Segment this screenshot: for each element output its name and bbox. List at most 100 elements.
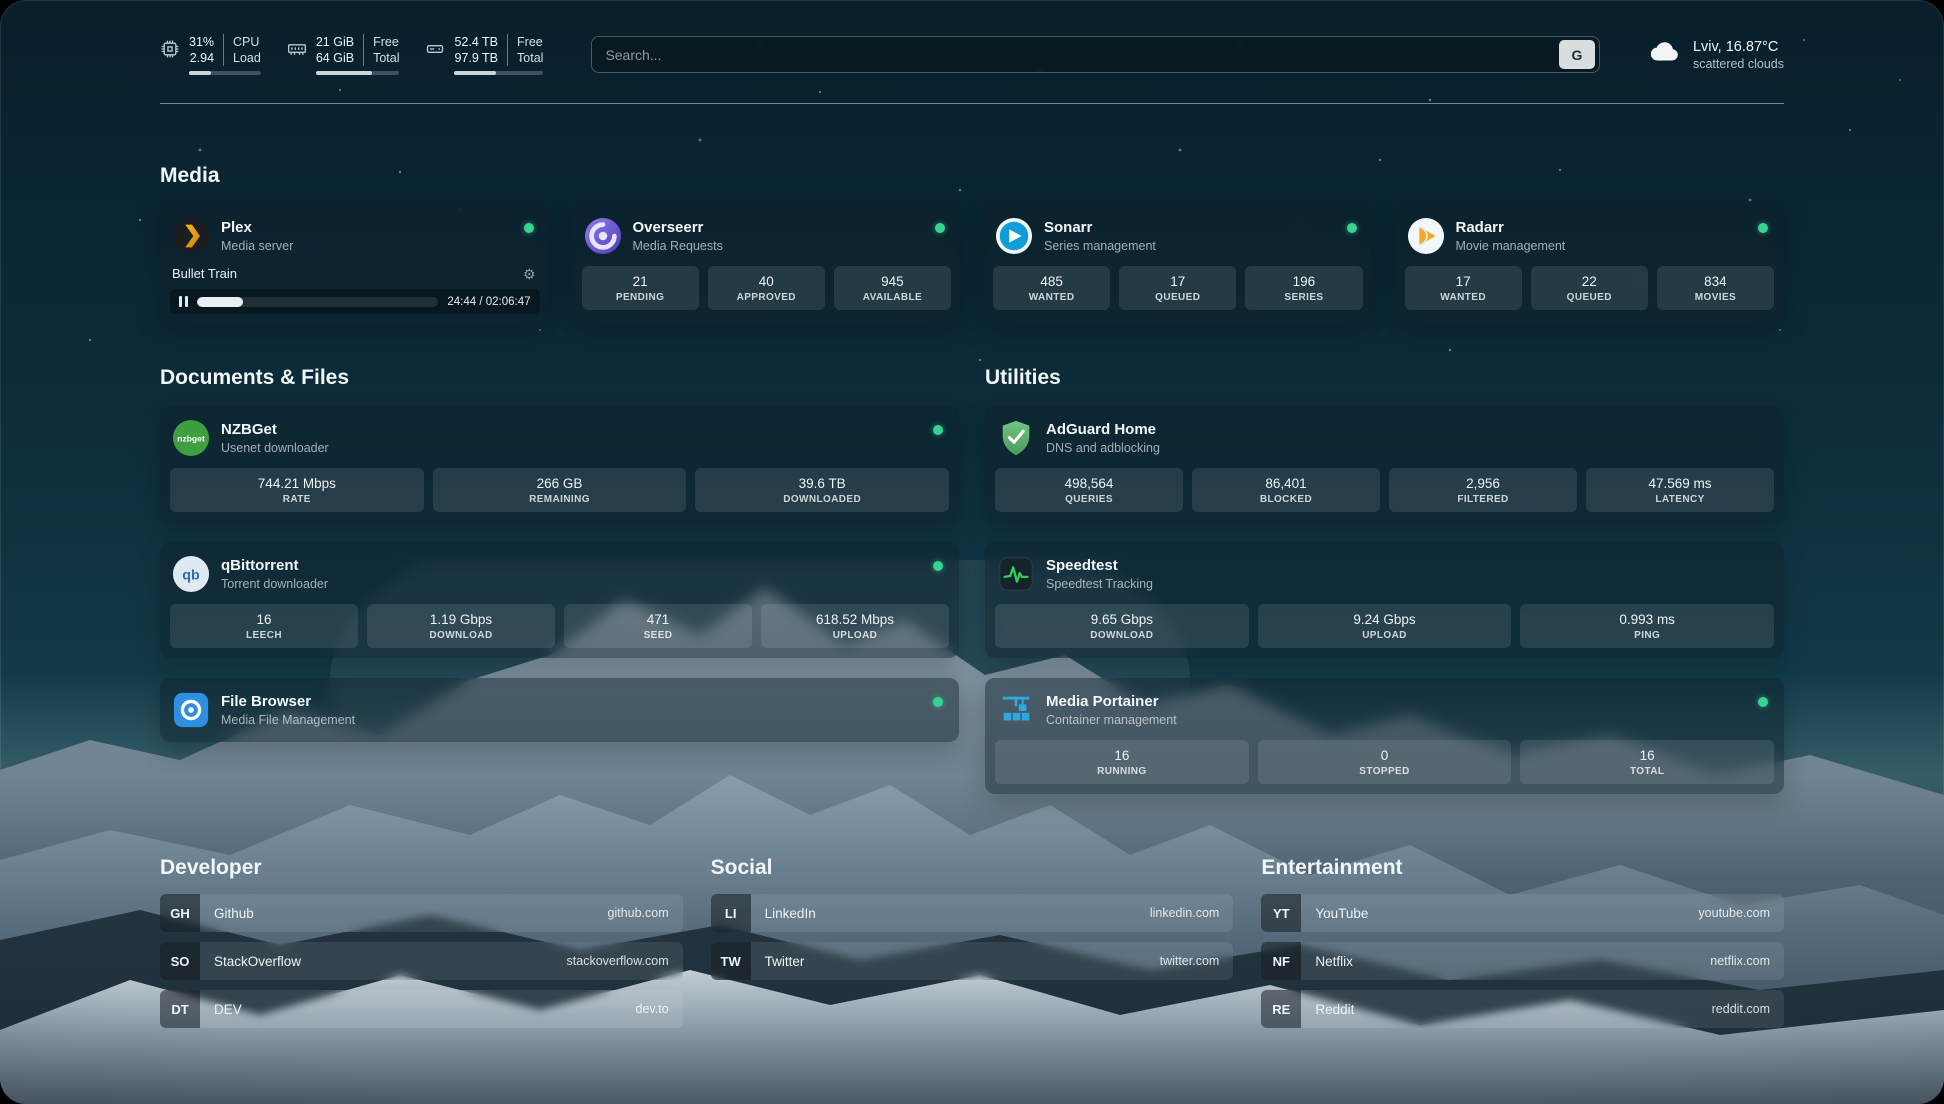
stat-upload: 618.52 Mbps UPLOAD	[761, 604, 949, 648]
service-card-speedtest[interactable]: Speedtest Speedtest Tracking 9.65 Gbps D…	[985, 542, 1784, 658]
cpu-progress-bar	[189, 71, 261, 75]
memory-widget: 21 GiB 64 GiB Free Total	[287, 34, 400, 75]
service-card-nzbget[interactable]: nzbget NZBGet Usenet downloader 744.21 M…	[160, 406, 959, 522]
nzbget-icon: nzbget	[172, 419, 210, 457]
portainer-icon	[997, 691, 1035, 729]
bookmark-abbr: RE	[1261, 990, 1301, 1028]
service-description: Media File Management	[221, 713, 355, 727]
svg-text:nzbget: nzbget	[177, 433, 205, 443]
service-card-qbittorrent[interactable]: qb qBittorrent Torrent downloader 16	[160, 542, 959, 658]
disk-free-label: Free	[517, 34, 543, 50]
bookmark-twitter[interactable]: TW Twitter twitter.com	[711, 942, 1234, 980]
disk-total-value: 97.9 TB	[454, 50, 498, 66]
stat-stopped: 0 STOPPED	[1258, 740, 1512, 784]
documents-column: Documents & Files nzbget NZBGet Usenet d…	[160, 366, 959, 794]
cpu-percent: 31%	[189, 34, 214, 50]
bookmark-abbr: LI	[711, 894, 751, 932]
bookmark-group-entertainment: Entertainment YT YouTube youtube.com NF …	[1261, 856, 1784, 1038]
weather-location: Lviv, 16.87°C	[1693, 39, 1784, 55]
service-card-radarr[interactable]: Radarr Movie management 17 WANTED 22 QUE…	[1395, 204, 1785, 324]
bookmark-abbr: GH	[160, 894, 200, 932]
svg-text:qb: qb	[182, 568, 200, 584]
weather-widget: Lviv, 16.87°C scattered clouds	[1648, 35, 1784, 74]
memory-total-label: Total	[373, 50, 399, 66]
weather-condition: scattered clouds	[1693, 57, 1784, 71]
bookmark-netflix[interactable]: NF Netflix netflix.com	[1261, 942, 1784, 980]
service-card-plex[interactable]: Plex Media server Bullet Train ⚙ 24:44 /…	[160, 204, 550, 324]
search-provider-button[interactable]: G	[1559, 40, 1595, 69]
service-name: Plex	[221, 219, 293, 236]
playback-progress-bar[interactable]	[197, 297, 438, 307]
stat-remaining: 266 GB REMAINING	[433, 468, 687, 512]
stat-download: 1.19 Gbps DOWNLOAD	[367, 604, 555, 648]
speedtest-icon	[997, 555, 1035, 593]
status-dot	[933, 561, 943, 571]
bookmark-youtube[interactable]: YT YouTube youtube.com	[1261, 894, 1784, 932]
stat-queries: 498,564 QUERIES	[995, 468, 1183, 512]
search-input[interactable]	[605, 47, 1559, 63]
search-bar: G	[591, 36, 1600, 73]
stat-latency: 47.569 ms LATENCY	[1586, 468, 1774, 512]
bookmark-name: Twitter	[751, 954, 805, 969]
status-dot	[1347, 223, 1357, 233]
dashboard-content: 31% 2.94 CPU Load	[0, 0, 1944, 1082]
section-title-entertainment: Entertainment	[1261, 856, 1784, 880]
service-card-filebrowser[interactable]: File Browser Media File Management	[160, 678, 959, 742]
service-card-adguard[interactable]: AdGuard Home DNS and adblocking 498,564 …	[985, 406, 1784, 522]
filebrowser-icon	[172, 691, 210, 729]
bookmark-linkedin[interactable]: LI LinkedIn linkedin.com	[711, 894, 1234, 932]
dashboard-screen: 31% 2.94 CPU Load	[0, 0, 1944, 1104]
stat-blocked: 86,401 BLOCKED	[1192, 468, 1380, 512]
bookmark-github[interactable]: GH Github github.com	[160, 894, 683, 932]
service-card-portainer[interactable]: Media Portainer Container management 16 …	[985, 678, 1784, 794]
bookmark-url: stackoverflow.com	[567, 954, 683, 968]
cpu-load-label: Load	[233, 50, 261, 66]
service-name: NZBGet	[221, 421, 329, 438]
status-dot	[1758, 223, 1768, 233]
pause-button[interactable]	[179, 296, 188, 307]
plex-icon	[172, 217, 210, 255]
cpu-icon	[160, 39, 180, 64]
bookmark-url: linkedin.com	[1150, 906, 1233, 920]
status-dot	[1758, 697, 1768, 707]
bookmark-url: reddit.com	[1712, 1002, 1784, 1016]
stat-rate: 744.21 Mbps RATE	[170, 468, 424, 512]
adguard-icon	[997, 419, 1035, 457]
service-name: Sonarr	[1044, 219, 1156, 236]
bookmark-group-social: Social LI LinkedIn linkedin.com TW Twitt…	[711, 856, 1234, 1038]
bookmark-name: Reddit	[1301, 1002, 1354, 1017]
gear-icon[interactable]: ⚙	[523, 267, 536, 281]
stat-wanted: 485 WANTED	[993, 266, 1110, 310]
stat-ping: 0.993 ms PING	[1520, 604, 1774, 648]
bookmark-url: netflix.com	[1710, 954, 1784, 968]
status-dot	[524, 223, 534, 233]
media-cards-row: Plex Media server Bullet Train ⚙ 24:44 /…	[160, 204, 1784, 324]
stat-approved: 40 APPROVED	[708, 266, 825, 310]
stat-leech: 16 LEECH	[170, 604, 358, 648]
service-card-overseerr[interactable]: Overseerr Media Requests 21 PENDING 40 A…	[572, 204, 962, 324]
playback-time: 24:44 / 02:06:47	[447, 296, 530, 308]
stat-queued: 17 QUEUED	[1119, 266, 1236, 310]
radarr-icon	[1407, 217, 1445, 255]
bookmark-dev[interactable]: DT DEV dev.to	[160, 990, 683, 1028]
service-name: File Browser	[221, 693, 355, 710]
service-name: Speedtest	[1046, 557, 1153, 574]
bookmark-name: Github	[200, 906, 254, 921]
header-divider	[160, 103, 1784, 104]
stat-download: 9.65 Gbps DOWNLOAD	[995, 604, 1249, 648]
service-card-sonarr[interactable]: Sonarr Series management 485 WANTED 17 Q…	[983, 204, 1373, 324]
status-dot	[935, 223, 945, 233]
service-description: Torrent downloader	[221, 577, 328, 591]
status-dot	[933, 425, 943, 435]
service-name: Overseerr	[633, 219, 723, 236]
bookmark-reddit[interactable]: RE Reddit reddit.com	[1261, 990, 1784, 1028]
bookmark-name: DEV	[200, 1002, 242, 1017]
bookmark-stackoverflow[interactable]: SO StackOverflow stackoverflow.com	[160, 942, 683, 980]
bookmark-abbr: NF	[1261, 942, 1301, 980]
bookmark-name: YouTube	[1301, 906, 1368, 921]
service-description: Media server	[221, 239, 293, 253]
service-description: Usenet downloader	[221, 441, 329, 455]
plex-player-bar: 24:44 / 02:06:47	[170, 289, 540, 314]
bookmark-url: twitter.com	[1160, 954, 1234, 968]
cloud-icon	[1648, 35, 1682, 74]
